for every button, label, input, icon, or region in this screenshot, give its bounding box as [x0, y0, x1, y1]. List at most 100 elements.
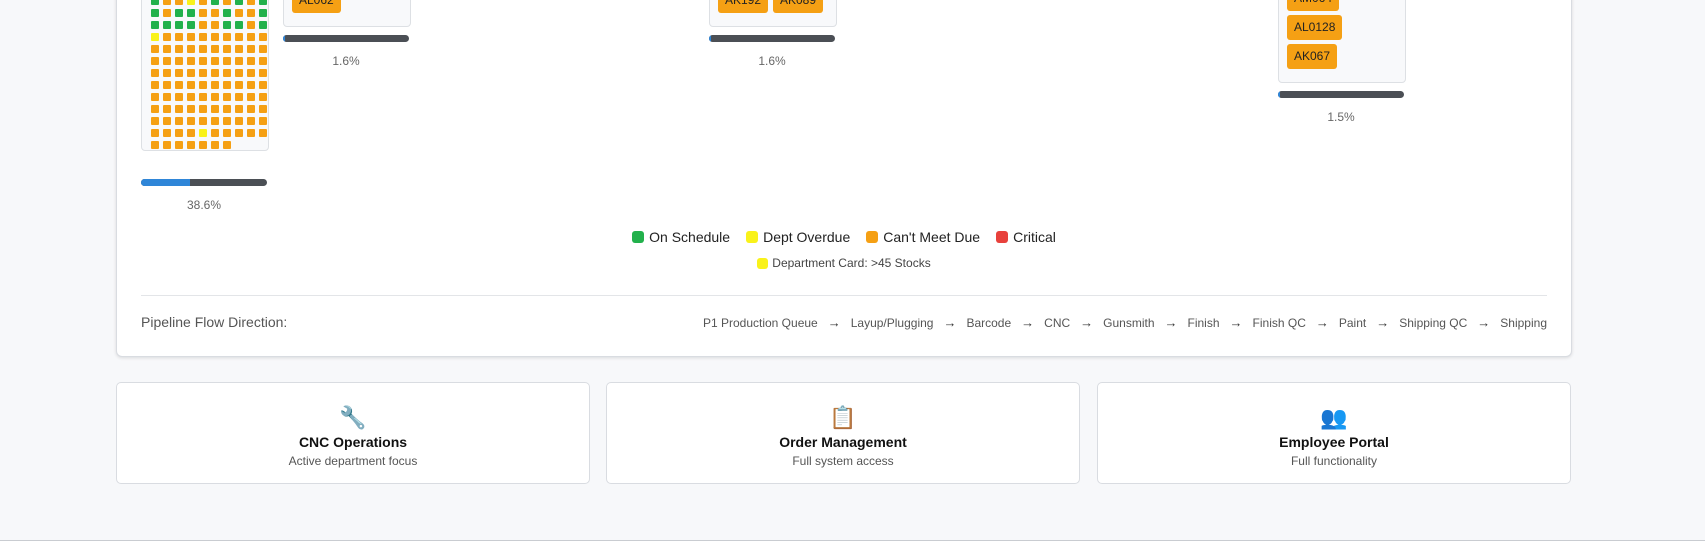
stock-square[interactable] — [163, 45, 171, 53]
stock-square[interactable] — [199, 57, 207, 65]
stock-square[interactable] — [211, 57, 219, 65]
stock-square[interactable] — [247, 105, 255, 113]
stock-square[interactable] — [211, 105, 219, 113]
stock-square[interactable] — [163, 129, 171, 137]
stock-square[interactable] — [151, 117, 159, 125]
stock-square[interactable] — [223, 117, 231, 125]
stock-square[interactable] — [187, 57, 195, 65]
stock-square[interactable] — [187, 141, 195, 149]
stock-square[interactable] — [259, 9, 267, 17]
stock-square[interactable] — [187, 129, 195, 137]
stock-square[interactable] — [211, 21, 219, 29]
stock-square[interactable] — [211, 45, 219, 53]
stock-square[interactable] — [235, 57, 243, 65]
stock-square[interactable] — [211, 141, 219, 149]
stock-square[interactable] — [259, 129, 267, 137]
stock-square[interactable] — [151, 81, 159, 89]
stock-square[interactable] — [175, 117, 183, 125]
stock-square[interactable] — [175, 69, 183, 77]
stock-square[interactable] — [175, 0, 183, 5]
stock-square[interactable] — [211, 9, 219, 17]
stock-square[interactable] — [151, 57, 159, 65]
stock-square[interactable] — [199, 81, 207, 89]
stock-square[interactable] — [163, 141, 171, 149]
stock-square[interactable] — [259, 45, 267, 53]
stock-square[interactable] — [199, 141, 207, 149]
stock-square[interactable] — [235, 69, 243, 77]
stock-square[interactable] — [151, 9, 159, 17]
stock-square[interactable] — [235, 105, 243, 113]
stock-square[interactable] — [259, 0, 267, 5]
stock-square[interactable] — [211, 0, 219, 5]
stock-square[interactable] — [163, 105, 171, 113]
stock-square[interactable] — [163, 0, 171, 5]
stock-square[interactable] — [211, 93, 219, 101]
stock-square[interactable] — [247, 129, 255, 137]
stock-square[interactable] — [235, 93, 243, 101]
stock-square[interactable] — [163, 81, 171, 89]
stock-square[interactable] — [259, 57, 267, 65]
stock-square[interactable] — [211, 69, 219, 77]
stock-square[interactable] — [235, 81, 243, 89]
stock-square[interactable] — [235, 117, 243, 125]
stock-square[interactable] — [223, 93, 231, 101]
stock-square[interactable] — [187, 69, 195, 77]
stock-square[interactable] — [223, 9, 231, 17]
stock-square[interactable] — [259, 117, 267, 125]
stock-square[interactable] — [211, 33, 219, 41]
stock-tag[interactable]: AL062 — [292, 0, 341, 13]
stock-square[interactable] — [259, 105, 267, 113]
stock-square[interactable] — [187, 81, 195, 89]
stock-square[interactable] — [247, 33, 255, 41]
stock-square[interactable] — [247, 21, 255, 29]
order-management-card[interactable]: 📋 Order Management Full system access — [606, 382, 1080, 484]
stock-square[interactable] — [235, 21, 243, 29]
stock-square[interactable] — [163, 117, 171, 125]
stock-tag[interactable]: AM064 — [1287, 0, 1340, 11]
stock-square[interactable] — [211, 81, 219, 89]
stock-square[interactable] — [223, 33, 231, 41]
stock-square[interactable] — [199, 21, 207, 29]
stock-square[interactable] — [151, 45, 159, 53]
stock-square[interactable] — [247, 45, 255, 53]
stock-square[interactable] — [199, 0, 207, 5]
stock-square[interactable] — [235, 45, 243, 53]
stock-square[interactable] — [175, 33, 183, 41]
stock-square[interactable] — [223, 69, 231, 77]
stock-square[interactable] — [211, 129, 219, 137]
stock-square[interactable] — [163, 9, 171, 17]
cnc-operations-card[interactable]: 🔧 CNC Operations Active department focus — [116, 382, 590, 484]
stock-square[interactable] — [199, 93, 207, 101]
stock-square[interactable] — [235, 9, 243, 17]
stock-square[interactable] — [247, 117, 255, 125]
stock-square[interactable] — [175, 129, 183, 137]
stock-square[interactable] — [187, 33, 195, 41]
employee-portal-card[interactable]: 👥 Employee Portal Full functionality — [1097, 382, 1571, 484]
stock-square[interactable] — [151, 93, 159, 101]
stock-square[interactable] — [175, 105, 183, 113]
stock-square[interactable] — [223, 21, 231, 29]
stock-tag[interactable]: AK089 — [773, 0, 824, 13]
stock-square[interactable] — [211, 117, 219, 125]
stock-square[interactable] — [223, 45, 231, 53]
stock-square[interactable] — [259, 81, 267, 89]
stock-square[interactable] — [187, 0, 195, 5]
stock-square[interactable] — [151, 141, 159, 149]
stock-square[interactable] — [199, 33, 207, 41]
stock-square[interactable] — [247, 69, 255, 77]
stock-square[interactable] — [247, 81, 255, 89]
stock-square[interactable] — [175, 21, 183, 29]
stock-square[interactable] — [199, 105, 207, 113]
stock-tag[interactable]: AK192 — [718, 0, 769, 13]
stock-square[interactable] — [199, 117, 207, 125]
stock-square[interactable] — [187, 105, 195, 113]
stock-square[interactable] — [187, 9, 195, 17]
department-card[interactable]: AL062 — [283, 0, 411, 27]
department-card[interactable]: AM064 AL0128 AK067 — [1278, 0, 1406, 83]
stock-square[interactable] — [187, 93, 195, 101]
stock-square[interactable] — [235, 129, 243, 137]
stock-square[interactable] — [223, 129, 231, 137]
stock-square[interactable] — [247, 93, 255, 101]
stock-square[interactable] — [199, 129, 207, 137]
stock-square[interactable] — [247, 57, 255, 65]
